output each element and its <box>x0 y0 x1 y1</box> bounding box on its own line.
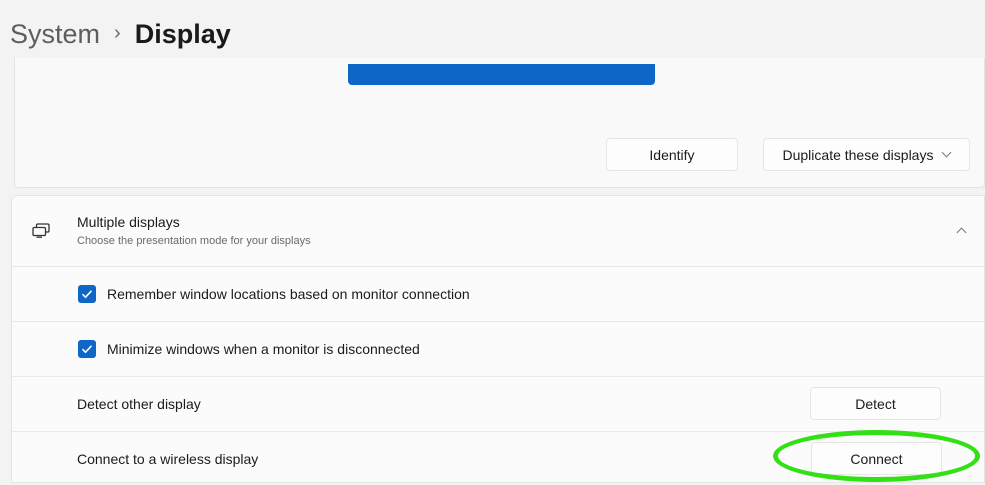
connect-button-label: Connect <box>850 450 903 467</box>
identify-button-label: Identify <box>649 146 695 163</box>
minimize-windows-row: Minimize windows when a monitor is disco… <box>12 321 984 375</box>
remember-window-locations-label: Remember window locations based on monit… <box>107 285 470 302</box>
wireless-display-label: Connect to a wireless display <box>77 450 259 467</box>
detect-display-label: Detect other display <box>77 395 201 412</box>
monitor-preview[interactable] <box>348 64 655 85</box>
display-mode-dropdown[interactable]: Duplicate these displays <box>763 138 970 171</box>
page-title: Display <box>134 18 231 49</box>
checkmark-icon <box>81 344 93 353</box>
connect-button[interactable]: Connect <box>811 442 942 475</box>
remember-window-locations-row: Remember window locations based on monit… <box>12 266 984 320</box>
chevron-up-icon <box>956 227 966 237</box>
minimize-windows-label: Minimize windows when a monitor is disco… <box>107 340 420 357</box>
multiple-displays-header[interactable]: Multiple displays Choose the presentatio… <box>12 196 984 265</box>
checkmark-icon <box>81 289 93 298</box>
detect-button[interactable]: Detect <box>810 387 941 420</box>
breadcrumb: System › Display <box>10 14 231 54</box>
wireless-display-row: Connect to a wireless display Connect <box>12 431 984 485</box>
minimize-windows-checkbox[interactable] <box>78 339 96 358</box>
breadcrumb-separator: › <box>114 22 121 44</box>
collapse-button[interactable] <box>952 221 970 239</box>
section-subtitle: Choose the presentation mode for your di… <box>77 235 311 247</box>
chevron-down-icon <box>942 147 952 158</box>
breadcrumb-system[interactable]: System <box>10 20 100 48</box>
display-arrangement-panel: Identify Duplicate these displays <box>14 58 985 188</box>
display-mode-value: Duplicate these displays <box>782 146 934 163</box>
multiple-displays-section: Multiple displays Choose the presentatio… <box>11 195 985 483</box>
detect-display-row: Detect other display Detect <box>12 376 984 430</box>
section-title: Multiple displays <box>77 214 180 230</box>
displays-icon <box>32 223 50 238</box>
remember-window-locations-checkbox[interactable] <box>78 284 96 303</box>
detect-button-label: Detect <box>855 395 896 412</box>
identify-button[interactable]: Identify <box>606 138 738 171</box>
